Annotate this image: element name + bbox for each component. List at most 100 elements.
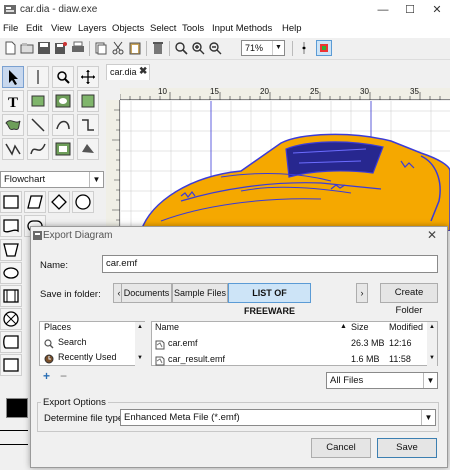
chevron-up-icon[interactable]: ▲ [137, 324, 143, 330]
column-header-size[interactable]: Size [351, 322, 369, 336]
ellipse-tool[interactable] [52, 90, 74, 112]
document-shape-icon [3, 219, 19, 233]
save-icon[interactable] [37, 41, 51, 55]
zoom-in-icon[interactable] [191, 41, 205, 55]
chevron-down-icon[interactable]: ▼ [89, 172, 103, 187]
places-scrollbar[interactable]: ▲ ▼ [135, 322, 145, 366]
menu-edit[interactable]: Edit [26, 23, 42, 34]
menu-input-methods[interactable]: Input Methods [212, 23, 272, 34]
box-tool[interactable] [27, 90, 49, 112]
predefined-process-shape-icon [3, 289, 19, 303]
path-button-sample-files[interactable]: Sample Files [172, 283, 228, 303]
ruler-label: 15 [210, 87, 219, 96]
column-header-name[interactable]: Name [155, 322, 179, 336]
line-style-preview[interactable] [0, 444, 28, 445]
shape-connector[interactable] [72, 191, 94, 213]
magnify-tool[interactable] [52, 66, 74, 88]
dialog-close-button[interactable]: ✕ [427, 228, 437, 242]
arc-tool[interactable] [52, 114, 74, 136]
menu-help[interactable]: Help [282, 23, 302, 34]
show-grid-icon[interactable] [316, 40, 332, 56]
menu-view[interactable]: View [51, 23, 71, 34]
shape-document[interactable] [0, 215, 22, 237]
shape-preparation[interactable] [0, 262, 22, 284]
ruler-label: 35 [410, 87, 419, 96]
chevron-down-icon[interactable]: ▼ [429, 355, 435, 361]
file-filter-select[interactable]: All Files ▼ [326, 372, 438, 389]
chevron-down-icon[interactable]: ▼ [423, 373, 437, 388]
text-icon: T [8, 95, 18, 111]
cancel-button[interactable]: Cancel [311, 438, 371, 458]
shape-or[interactable] [0, 308, 22, 330]
shape-card[interactable] [0, 354, 22, 376]
close-button[interactable]: ✕ [424, 1, 450, 19]
cut-icon[interactable] [111, 41, 125, 55]
maximize-button[interactable]: ☐ [397, 1, 423, 19]
file-name[interactable]: car_result.emf [168, 354, 225, 370]
diagram-canvas[interactable] [121, 101, 450, 231]
chevron-down-icon[interactable]: ▼ [272, 41, 284, 55]
shape-process[interactable] [0, 191, 22, 213]
save-button[interactable]: Save [377, 438, 437, 458]
copy-icon[interactable] [94, 41, 108, 55]
open-icon[interactable] [20, 41, 34, 55]
beziergon-tool[interactable] [2, 114, 24, 136]
sheet-selector[interactable]: Flowchart ▼ [0, 171, 104, 188]
zoom-out-icon[interactable] [208, 41, 222, 55]
place-recently-used[interactable]: Recently Used [58, 352, 117, 368]
shape-data[interactable] [24, 191, 46, 213]
file-type-select[interactable]: Enhanced Meta File (*.emf) ▼ [120, 409, 436, 426]
place-search[interactable]: Search [58, 337, 87, 353]
close-tab-icon[interactable]: ✖ [139, 66, 147, 77]
outline-tool[interactable] [77, 138, 99, 160]
zigzag-tool[interactable] [77, 114, 99, 136]
chevron-up-icon[interactable]: ▲ [429, 324, 435, 330]
polyline-tool[interactable] [2, 138, 24, 160]
minimize-button[interactable]: — [370, 1, 396, 19]
image-tool[interactable] [52, 138, 74, 160]
chevron-down-icon[interactable]: ▼ [421, 410, 435, 425]
text-edit-tool[interactable] [27, 66, 49, 88]
add-bookmark-button[interactable]: + [43, 369, 50, 383]
text-tool[interactable]: T [2, 90, 24, 112]
tab-car-dia[interactable]: car.dia ✖ [106, 64, 150, 80]
create-folder-button[interactable]: Create Folder [380, 283, 438, 316]
zoom-combo[interactable]: 71% ▼ [241, 40, 285, 56]
shape-storage[interactable] [0, 331, 22, 353]
menu-layers[interactable]: Layers [78, 23, 107, 34]
chevron-down-icon[interactable]: ▼ [137, 355, 143, 361]
pointer-tool[interactable] [2, 66, 24, 88]
save-as-icon[interactable] [54, 41, 68, 55]
delete-icon[interactable] [151, 41, 165, 55]
menu-tools[interactable]: Tools [182, 23, 204, 34]
zoom-fit-icon[interactable] [174, 41, 188, 55]
ruler-label: 20 [260, 87, 269, 96]
shape-decision[interactable] [48, 191, 70, 213]
file-name[interactable]: car.emf [168, 338, 198, 354]
storage-shape-icon [3, 335, 19, 349]
new-icon[interactable] [3, 41, 17, 55]
scroll-tool[interactable] [77, 66, 99, 88]
bezier-tool[interactable] [27, 138, 49, 160]
menu-file[interactable]: File [3, 23, 18, 34]
remove-bookmark-button[interactable]: − [60, 369, 67, 383]
snap-to-grid-icon[interactable] [297, 41, 311, 55]
polygon-tool[interactable] [77, 90, 99, 112]
menu-objects[interactable]: Objects [112, 23, 144, 34]
toolbar-separator [89, 41, 90, 56]
path-button-documents[interactable]: Documents [121, 283, 172, 303]
file-size: 26.3 MB [351, 338, 385, 348]
line-width-preview[interactable] [0, 430, 28, 431]
shape-merge[interactable] [0, 239, 22, 261]
line-tool[interactable] [27, 114, 49, 136]
foreground-color-swatch[interactable] [6, 398, 28, 418]
print-icon[interactable] [71, 41, 85, 55]
column-header-modified[interactable]: Modified [389, 322, 423, 336]
file-list-scrollbar[interactable]: ▲ ▼ [427, 322, 437, 366]
path-scroll-right[interactable]: › [356, 283, 368, 303]
path-button-list-of-freeware[interactable]: LIST OF FREEWARE [228, 283, 311, 316]
filename-input[interactable]: car.emf [102, 255, 438, 273]
shape-predefined[interactable] [0, 285, 22, 307]
menu-select[interactable]: Select [150, 23, 176, 34]
paste-icon[interactable] [128, 41, 142, 55]
